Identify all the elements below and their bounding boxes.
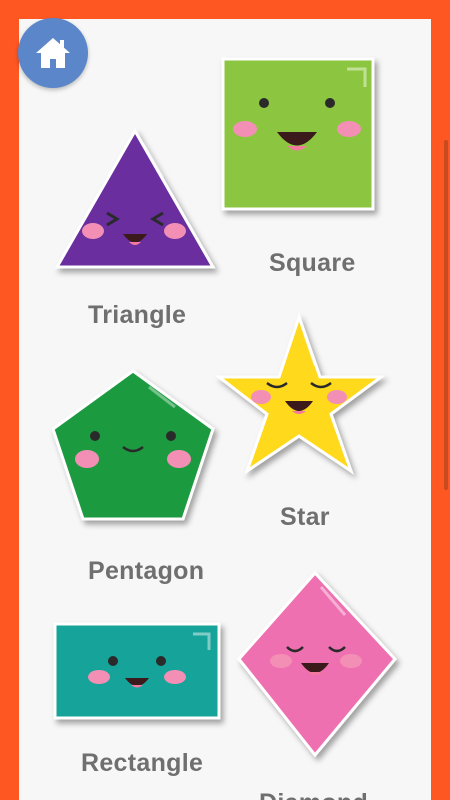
- home-button[interactable]: [18, 18, 88, 88]
- triangle-shape: [54, 127, 216, 269]
- diamond-shape: [237, 570, 397, 758]
- pentagon-card[interactable]: [51, 369, 218, 524]
- square-shape: [221, 57, 375, 211]
- rectangle-shape: [53, 622, 221, 720]
- home-icon: [36, 38, 70, 68]
- star-label[interactable]: Star: [280, 503, 330, 532]
- pentagon-label[interactable]: Pentagon: [88, 557, 204, 586]
- triangle-card[interactable]: [54, 127, 216, 274]
- square-card[interactable]: [219, 55, 379, 215]
- triangle-label[interactable]: Triangle: [88, 301, 186, 330]
- diamond-card[interactable]: [237, 570, 399, 761]
- shapes-panel[interactable]: Square Triangle Star Pentagon Rectangle: [19, 19, 431, 800]
- rectangle-card[interactable]: [53, 622, 223, 722]
- star-shape: [214, 312, 386, 475]
- square-label[interactable]: Square: [269, 249, 356, 278]
- diamond-label[interactable]: Diamond: [259, 789, 368, 800]
- pentagon-shape: [51, 369, 215, 521]
- rectangle-label[interactable]: Rectangle: [81, 749, 203, 778]
- scrollbar[interactable]: [444, 140, 448, 490]
- star-card[interactable]: [214, 312, 386, 475]
